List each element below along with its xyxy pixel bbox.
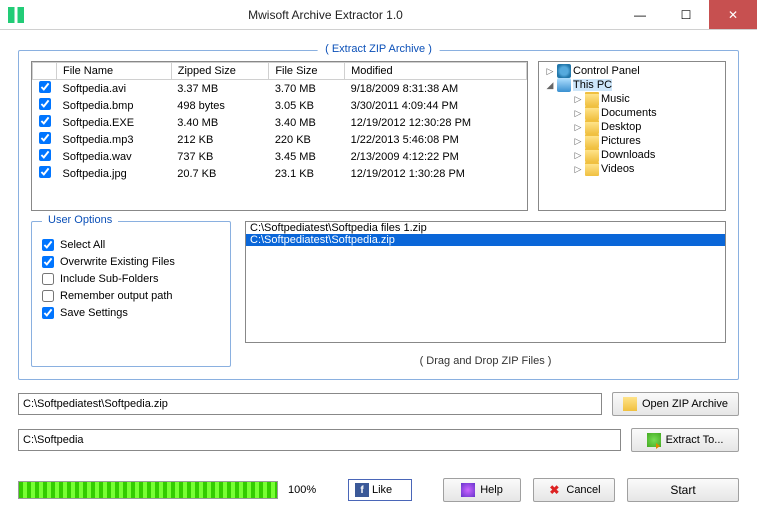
tree-folder[interactable]: ▷Downloads [541,148,723,162]
folder-icon [585,134,599,148]
app-icon [8,7,24,23]
col-filesize[interactable]: File Size [269,63,345,80]
zip-file-list[interactable]: C:\Softpediatest\Softpedia files 1.zipC:… [245,221,726,343]
folder-icon [585,92,599,106]
folder-icon [623,397,637,411]
col-modified[interactable]: Modified [345,63,527,80]
tree-control-panel[interactable]: ▷ Control Panel [541,64,723,78]
table-row[interactable]: Softpedia.avi3.37 MB3.70 MB9/18/2009 8:3… [33,80,527,98]
row-checkbox[interactable] [39,115,51,127]
minimize-button[interactable]: — [617,0,663,29]
close-button[interactable]: ✕ [709,0,757,29]
expand-icon[interactable]: ▷ [573,164,583,175]
tree-folder[interactable]: ▷Pictures [541,134,723,148]
zip-path-input[interactable] [18,393,602,415]
folder-icon [585,120,599,134]
table-row[interactable]: Softpedia.EXE3.40 MB3.40 MB12/19/2012 12… [33,114,527,131]
tree-folder[interactable]: ▷Desktop [541,120,723,134]
user-option[interactable]: Include Sub-Folders [42,273,220,285]
progress-percent: 100% [288,484,338,496]
folder-icon [585,148,599,162]
row-checkbox[interactable] [39,166,51,178]
col-zipped[interactable]: Zipped Size [171,63,269,80]
user-option[interactable]: Overwrite Existing Files [42,256,220,268]
maximize-button[interactable]: ☐ [663,0,709,29]
list-item[interactable]: C:\Softpediatest\Softpedia.zip [246,234,725,246]
help-icon [461,483,475,497]
window-controls: — ☐ ✕ [617,0,757,29]
help-button[interactable]: Help [443,478,521,502]
pc-icon [557,78,571,92]
extract-to-button[interactable]: Extract To... [631,428,739,452]
open-zip-button[interactable]: Open ZIP Archive [612,392,739,416]
col-filename[interactable]: File Name [57,63,172,80]
user-options-title: User Options [42,214,118,226]
start-button[interactable]: Start [627,478,739,502]
facebook-icon: f [355,483,369,497]
tree-this-pc[interactable]: ◢ This PC [541,78,723,92]
option-checkbox[interactable] [42,256,54,268]
tree-folder[interactable]: ▷Music [541,92,723,106]
expand-icon[interactable]: ▷ [573,108,583,119]
main-groupbox: ( Extract ZIP Archive ) File Name Zipped… [18,50,739,380]
table-row[interactable]: Softpedia.wav737 KB3.45 MB2/13/2009 4:12… [33,148,527,165]
folder-icon [585,162,599,176]
option-checkbox[interactable] [42,273,54,285]
table-row[interactable]: Softpedia.jpg20.7 KB23.1 KB12/19/2012 1:… [33,165,527,182]
table-row[interactable]: Softpedia.bmp498 bytes3.05 KB3/30/2011 4… [33,97,527,114]
table-row[interactable]: Softpedia.mp3212 KB220 KB1/22/2013 5:46:… [33,131,527,148]
extract-icon [647,433,661,447]
user-option[interactable]: Remember output path [42,290,220,302]
row-checkbox[interactable] [39,132,51,144]
expand-icon[interactable]: ▷ [573,150,583,161]
folder-icon [585,106,599,120]
row-checkbox[interactable] [39,81,51,93]
row-checkbox[interactable] [39,98,51,110]
output-path-input[interactable] [18,429,621,451]
user-options-group: User Options Select AllOverwrite Existin… [31,221,231,367]
facebook-like-button[interactable]: f Like [348,479,412,501]
option-checkbox[interactable] [42,307,54,319]
window-title: Mwisoft Archive Extractor 1.0 [34,8,617,22]
row-checkbox[interactable] [39,149,51,161]
expand-icon[interactable]: ▷ [573,136,583,147]
titlebar: Mwisoft Archive Extractor 1.0 — ☐ ✕ [0,0,757,30]
cancel-icon: ✖ [547,483,561,497]
collapse-icon[interactable]: ◢ [545,80,555,91]
list-item[interactable]: C:\Softpediatest\Softpedia files 1.zip [246,222,725,234]
file-list-table[interactable]: File Name Zipped Size File Size Modified… [31,61,528,211]
folder-tree[interactable]: ▷ Control Panel ◢ This PC ▷Music▷Documen… [538,61,726,211]
expand-icon[interactable]: ▷ [545,66,555,77]
control-panel-icon [557,64,571,78]
expand-icon[interactable]: ▷ [573,94,583,105]
progress-bar [18,481,278,499]
tree-folder[interactable]: ▷Documents [541,106,723,120]
option-checkbox[interactable] [42,239,54,251]
expand-icon[interactable]: ▷ [573,122,583,133]
drop-hint: ( Drag and Drop ZIP Files ) [245,355,726,367]
user-option[interactable]: Save Settings [42,307,220,319]
groupbox-title: ( Extract ZIP Archive ) [317,43,440,55]
tree-folder[interactable]: ▷Videos [541,162,723,176]
option-checkbox[interactable] [42,290,54,302]
user-option[interactable]: Select All [42,239,220,251]
cancel-button[interactable]: ✖ Cancel [533,478,615,502]
